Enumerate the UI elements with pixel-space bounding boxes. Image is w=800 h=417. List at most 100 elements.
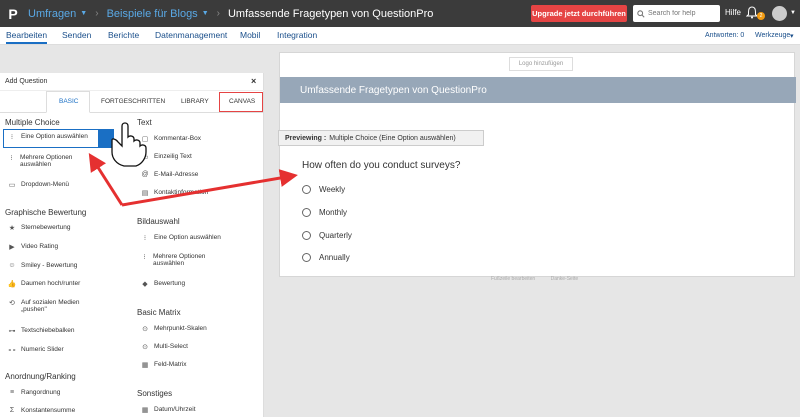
qtype-label: Dropdown-Menü (21, 181, 70, 188)
share-icon: ⟲ (9, 300, 15, 307)
survey-canvas: Logo hinzufügen Umfassende Fragetypen vo… (278, 52, 796, 277)
ranking-icon: ≡ (9, 389, 15, 396)
radio-button[interactable] (302, 208, 311, 217)
qtype-image-rating[interactable]: ◆ Bewertung (140, 280, 185, 288)
responses-count[interactable]: Antworten: 0 (705, 32, 744, 39)
radio-button[interactable] (302, 231, 311, 240)
qtype-label: Konstantensumme (21, 407, 76, 414)
panel-tabs: BASIC FORTGESCHRITTEN LIBRARY CANVAS (0, 91, 264, 113)
star-icon: ★ (8, 225, 16, 232)
survey-title: Umfassende Fragetypen von QuestionPro (300, 84, 487, 96)
qtype-thumbs[interactable]: 👍 Daumen hoch/runter (7, 280, 81, 288)
radio-button[interactable] (302, 253, 311, 262)
radio-button[interactable] (302, 185, 311, 194)
add-question-button[interactable] (98, 129, 114, 148)
tab-advanced[interactable]: FORTGESCHRITTEN (101, 98, 165, 105)
search-icon (637, 9, 645, 18)
add-logo-button[interactable]: Logo hinzufügen (509, 57, 573, 71)
section-text: Text (137, 118, 152, 127)
qtype-label: Video Rating (21, 243, 59, 250)
qtype-label: Textschiebebalken (21, 327, 75, 334)
answer-option[interactable]: Quarterly (302, 231, 352, 240)
qtype-image-multi[interactable]: ⁝ Mehrere Optionen auswählen (140, 253, 230, 267)
preview-label: Previewing : Multiple Choice (Eine Optio… (278, 130, 484, 146)
tools-menu[interactable]: Werkzeuge (755, 32, 790, 39)
chevron-down-icon[interactable]: ▼ (202, 10, 209, 17)
qtype-label: Feld-Matrix (154, 361, 187, 368)
close-icon[interactable]: × (251, 76, 256, 86)
qtype-constant-sum[interactable]: Σ Konstantensumme (7, 407, 75, 414)
matrix-scale-icon: ⊙ (142, 326, 148, 333)
qtype-contact-info[interactable]: ▤ Kontaktinformation (140, 189, 209, 197)
qtype-label: Rangordnung (21, 389, 61, 396)
panel-header: Add Question × (0, 73, 264, 91)
app-logo-icon[interactable]: P (4, 5, 22, 23)
section-misc: Sonstiges (137, 389, 173, 398)
help-link[interactable]: Hilfe (725, 8, 741, 17)
tab-data-management[interactable]: Datenmanagement (155, 30, 227, 40)
tab-basic[interactable]: BASIC (59, 98, 79, 105)
top-bar: P Umfragen ▼ › Beispiele für Blogs ▼ › U… (0, 0, 800, 27)
qtype-comment-box[interactable]: ▢ Kommentar-Box (140, 135, 201, 143)
qtype-text-slider[interactable]: ⊶ Textschiebebalken (7, 327, 75, 335)
canvas-footer-links: Fußzeile bearbeiten Danke-Seite (491, 276, 592, 282)
chevron-down-icon[interactable]: ▼ (80, 10, 87, 17)
option-label: Monthly (319, 208, 348, 217)
qtype-smiley-rating[interactable]: ☺ Smiley - Bewertung (7, 262, 77, 269)
edit-footer-link[interactable]: Fußzeile bearbeiten (491, 276, 535, 282)
qtype-single-choice[interactable]: ⁝ Eine Option auswählen (7, 133, 88, 141)
chevron-down-icon[interactable]: ▾ (790, 32, 794, 40)
tab-edit[interactable]: Bearbeiten (6, 30, 48, 44)
thumbs-up-icon: 👍 (7, 281, 17, 288)
at-icon: @ (141, 171, 149, 178)
answer-option[interactable]: Annually (302, 253, 350, 262)
tab-send[interactable]: Senden (62, 30, 91, 40)
search-box[interactable] (633, 5, 720, 22)
qtype-multipoint-scale[interactable]: ⊙ Mehrpunkt-Skalen (140, 325, 207, 333)
contact-icon: ▤ (141, 190, 149, 197)
qtype-dropdown[interactable]: ▭ Dropdown-Menü (7, 181, 69, 189)
tab-canvas[interactable]: CANVAS (229, 98, 255, 105)
qtype-label: Eine Option auswählen (154, 234, 221, 241)
qtype-datetime[interactable]: ▦ Datum/Uhrzeit (140, 406, 196, 414)
sum-icon: Σ (9, 407, 15, 414)
avatar[interactable] (772, 6, 787, 21)
breadcrumb-folder[interactable]: Beispiele für Blogs (107, 8, 198, 20)
qtype-ranking[interactable]: ≡ Rangordnung (7, 389, 60, 396)
qtype-single-line[interactable]: ▭ Einzeilig Text (140, 153, 192, 161)
upgrade-button[interactable]: Upgrade jetzt durchführen (531, 5, 627, 22)
qtype-multi-choice[interactable]: ⁝ Mehrere Optionen auswählen (7, 154, 97, 168)
qtype-label: Eine Option auswählen (21, 133, 88, 140)
qtype-star-rating[interactable]: ★ Sternebewertung (7, 224, 71, 232)
section-matrix: Basic Matrix (137, 308, 181, 317)
section-image: Bildauswahl (137, 217, 180, 226)
radio-list-icon: ⁝ (10, 134, 14, 141)
tab-mobile[interactable]: Mobil (240, 30, 260, 40)
qtype-numeric-slider[interactable]: ∘∘ Numeric Slider (7, 346, 64, 354)
section-ranking: Anordnung/Ranking (5, 372, 76, 381)
qtype-email[interactable]: @ E-Mail-Adresse (140, 171, 198, 178)
matrix-select-icon: ⊙ (142, 344, 148, 351)
breadcrumb-surveys[interactable]: Umfragen (28, 8, 76, 20)
image-checkbox-icon: ⁝ (143, 254, 146, 261)
answer-option[interactable]: Weekly (302, 185, 345, 194)
tab-integration[interactable]: Integration (277, 30, 317, 40)
answer-option[interactable]: Monthly (302, 208, 347, 217)
breadcrumb: Umfragen ▼ › Beispiele für Blogs ▼ › Umf… (28, 8, 433, 20)
qtype-image-single[interactable]: ⁝ Eine Option auswählen (140, 234, 221, 242)
chevron-down-icon[interactable]: ▼ (790, 10, 796, 16)
tab-reports[interactable]: Berichte (108, 30, 139, 40)
thank-you-page-link[interactable]: Danke-Seite (551, 276, 579, 282)
qtype-label: Mehrere Optionen auswählen (153, 253, 206, 267)
search-input[interactable] (648, 10, 718, 17)
qtype-multi-select[interactable]: ⊙ Multi-Select (140, 343, 188, 351)
qtype-video-rating[interactable]: ▶ Video Rating (7, 243, 58, 251)
qtype-social-push[interactable]: ⟲ Auf sozialen Medien „pushen" (7, 299, 107, 313)
option-label: Quarterly (319, 231, 352, 240)
qtype-label: Daumen hoch/runter (21, 280, 81, 287)
section-rating: Graphische Bewertung (5, 208, 87, 217)
qtype-field-matrix[interactable]: ▦ Feld-Matrix (140, 361, 187, 369)
qtype-label: Auf sozialen Medien „pushen" (20, 299, 80, 313)
smiley-icon: ☺ (8, 262, 16, 269)
tab-library[interactable]: LIBRARY (181, 98, 209, 105)
